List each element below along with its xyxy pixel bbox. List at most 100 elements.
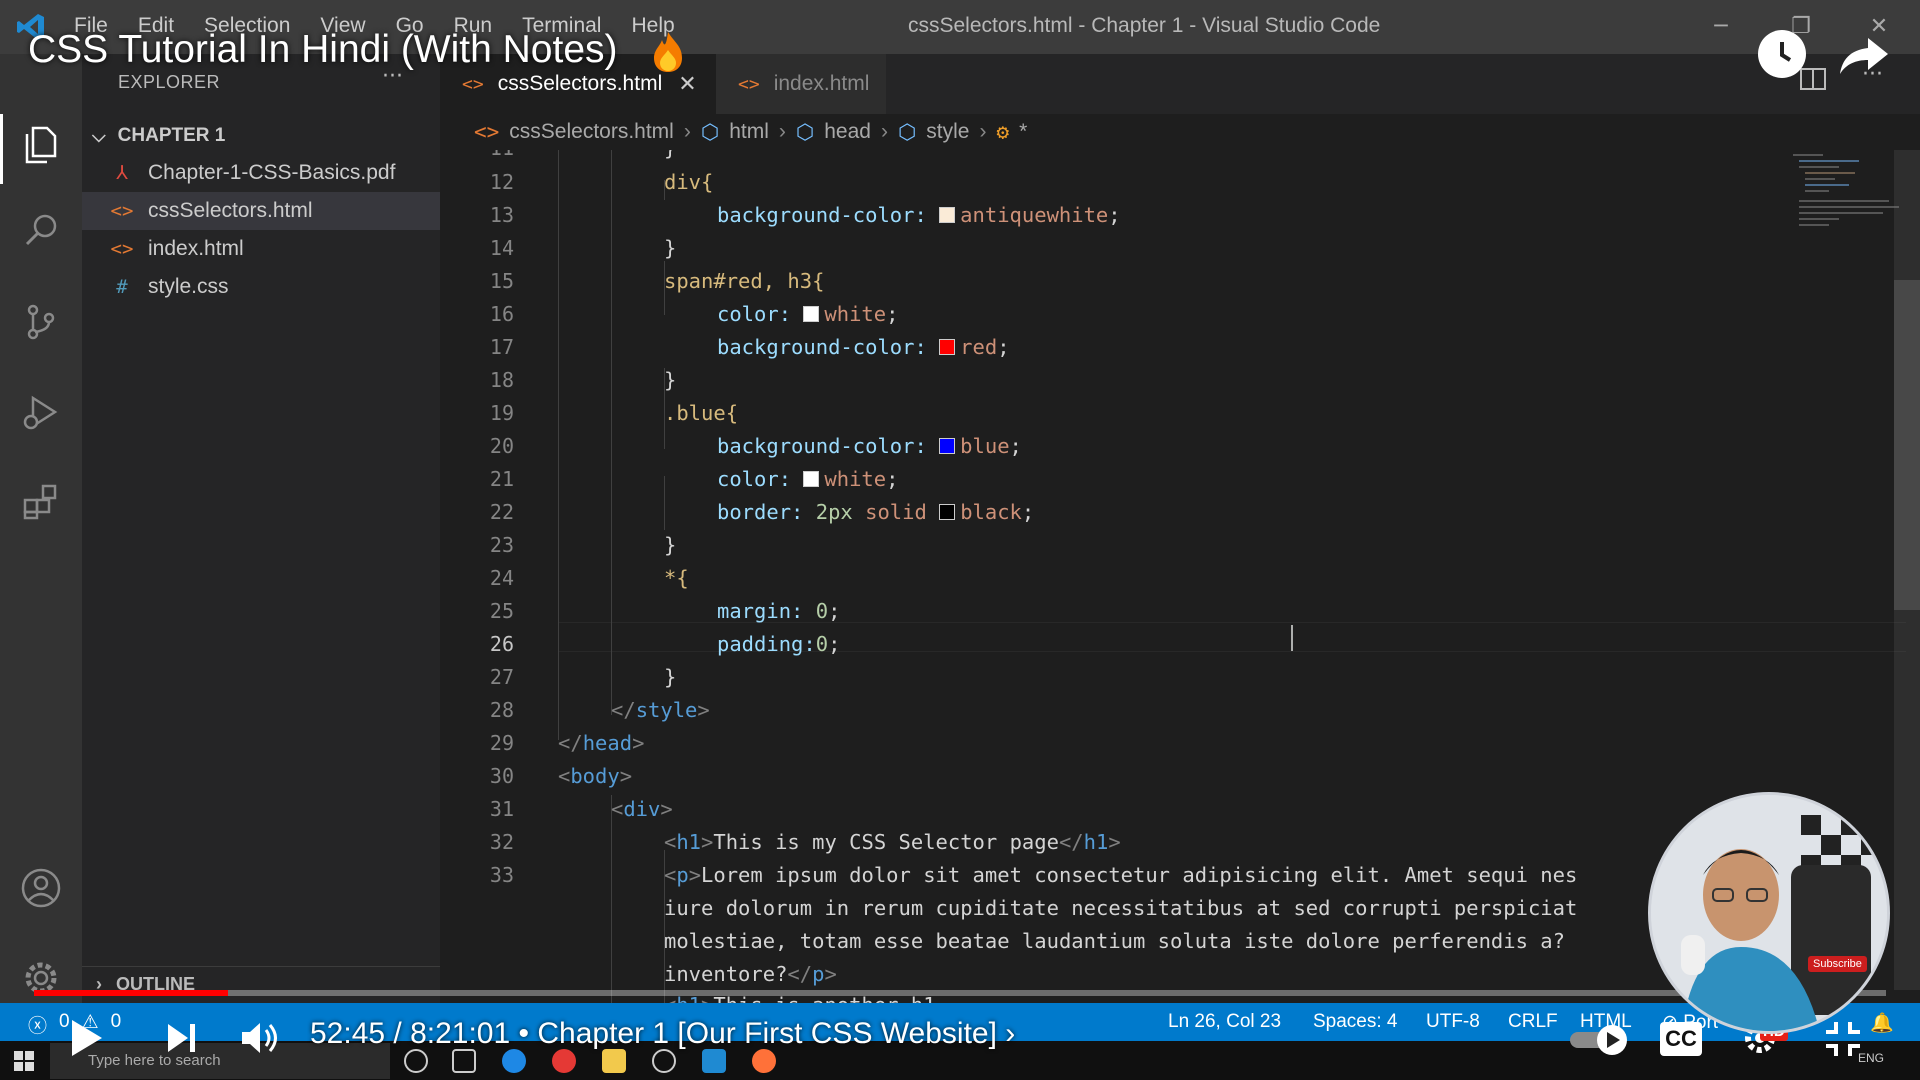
line-ending[interactable]: CRLF	[1508, 1011, 1558, 1033]
notifications-bell-icon[interactable]: 🔔	[1870, 1011, 1894, 1035]
color-swatch[interactable]	[803, 471, 820, 487]
color-swatch[interactable]	[939, 207, 956, 223]
cursor-position[interactable]: Ln 26, Col 23	[1168, 1011, 1281, 1033]
vscode-taskbar-icon[interactable]	[702, 1049, 726, 1073]
folder-header[interactable]: ⌵ CHAPTER 1	[82, 118, 440, 154]
css-number: 2px	[815, 500, 853, 524]
indentation[interactable]: Spaces: 4	[1313, 1011, 1398, 1033]
tab-index[interactable]: <> index.html	[716, 54, 886, 114]
breadcrumb: <> cssSelectors.html › ⬡ html › ⬡ head ›…	[440, 114, 1920, 150]
breadcrumb-file-label: cssSelectors.html	[509, 120, 674, 143]
html-tag: head	[582, 731, 633, 755]
code-line: <div>	[611, 797, 673, 821]
line-number: 18	[489, 368, 514, 392]
app-icon[interactable]	[652, 1049, 676, 1073]
exit-fullscreen-icon[interactable]	[1824, 1020, 1862, 1058]
file-item-css-selectors[interactable]: <> cssSelectors.html	[82, 192, 440, 230]
code-line: <body>	[558, 764, 633, 788]
video-title[interactable]: CSS Tutorial In Hindi (With Notes)	[28, 28, 618, 72]
firefox-icon[interactable]	[752, 1049, 776, 1073]
code-line: }	[664, 665, 676, 689]
indent-guide	[611, 795, 612, 1003]
volume-icon[interactable]	[238, 1016, 282, 1060]
chapter-title[interactable]: • Chapter 1 [Our First CSS Website]	[519, 1017, 997, 1050]
css-value: black	[960, 500, 1022, 524]
line-number: 21	[489, 467, 514, 491]
code-line: div{	[664, 170, 713, 194]
code-line: </style>	[611, 698, 710, 722]
minimize-icon[interactable]: ─	[1706, 12, 1736, 42]
file-item-style[interactable]: # style.css	[82, 268, 440, 306]
line-number: 19	[489, 401, 514, 425]
indent-guide	[611, 150, 612, 715]
play-icon[interactable]	[66, 1016, 106, 1060]
line-number: 12	[489, 170, 514, 194]
video-time-display: 52:45 / 8:21:01 • Chapter 1 [Our First C…	[310, 1017, 1015, 1051]
close-tab-icon[interactable]: ✕	[678, 71, 696, 97]
pdf-icon: ⅄	[116, 162, 128, 184]
css-property: padding:	[717, 632, 816, 656]
line-number: 27	[489, 665, 514, 689]
extensions-icon[interactable]	[17, 478, 65, 526]
edge-icon[interactable]	[502, 1049, 526, 1073]
task-view-icon[interactable]	[452, 1049, 476, 1073]
html-icon: <>	[738, 73, 760, 95]
chrome-icon[interactable]	[552, 1049, 576, 1073]
next-video-icon[interactable]	[164, 1020, 198, 1056]
explorer-icon[interactable]	[17, 118, 65, 166]
active-view-marker	[0, 114, 3, 184]
color-swatch[interactable]	[803, 306, 820, 322]
element-icon: ⬡	[700, 120, 720, 144]
code-line-wrap: inventore?</p>	[664, 962, 837, 986]
line-number: 23	[489, 533, 514, 557]
windows-start-icon[interactable]	[14, 1051, 34, 1071]
encoding[interactable]: UTF-8	[1426, 1011, 1480, 1033]
run-debug-icon[interactable]	[17, 388, 65, 436]
css-property: margin:	[717, 599, 804, 623]
folder-name: CHAPTER 1	[117, 125, 226, 146]
color-swatch[interactable]	[939, 438, 956, 454]
css-property: background-color:	[717, 434, 927, 458]
file-explorer-icon[interactable]	[602, 1049, 626, 1073]
html-tag: h1	[1083, 830, 1109, 854]
subscribe-button[interactable]: Subscribe	[1808, 956, 1867, 972]
captions-button[interactable]: CC	[1660, 1022, 1702, 1056]
html-text: molestiae, totam esse beatae laudantium …	[664, 929, 1565, 953]
code-line: span#red, h3{	[664, 269, 824, 293]
line-number: 32	[489, 830, 514, 854]
css-value: white	[824, 467, 887, 491]
search-icon[interactable]	[17, 206, 65, 254]
html-tag: h1	[676, 830, 702, 854]
html-icon: <>	[110, 200, 134, 222]
breadcrumb-style[interactable]: ⬡ style	[898, 120, 970, 144]
code-line: color: white;	[717, 467, 899, 491]
accounts-icon[interactable]	[17, 864, 65, 912]
outline-section[interactable]: › OUTLINE	[82, 966, 440, 1002]
file-name: style.css	[148, 275, 229, 298]
breadcrumb-selector[interactable]: ⚙ *	[996, 120, 1027, 144]
breadcrumb-html[interactable]: ⬡ html	[701, 120, 769, 144]
cortana-icon[interactable]	[404, 1049, 428, 1073]
watch-later-clock-icon[interactable]	[1758, 30, 1806, 78]
line-number: 14	[489, 236, 514, 260]
css-property: background-color:	[717, 335, 927, 359]
breadcrumb-head[interactable]: ⬡ head	[796, 120, 871, 144]
html-tag: body	[570, 764, 620, 788]
file-item-pdf[interactable]: ⅄ Chapter-1-CSS-Basics.pdf	[82, 154, 440, 192]
file-item-index[interactable]: <> index.html	[82, 230, 440, 268]
chevron-right-icon[interactable]: ›	[1005, 1017, 1015, 1050]
html-text: inventore?	[664, 962, 788, 986]
css-hash-icon: #	[116, 276, 128, 298]
autoplay-toggle[interactable]	[1568, 1022, 1632, 1058]
share-icon[interactable]	[1838, 34, 1890, 78]
file-name: index.html	[148, 237, 244, 260]
source-control-icon[interactable]	[17, 298, 65, 346]
activity-bar	[0, 54, 82, 1003]
breadcrumb-file[interactable]: <> cssSelectors.html	[474, 120, 674, 144]
video-progress-track[interactable]	[34, 990, 1886, 996]
html-tag: p	[812, 962, 825, 986]
scrollbar-thumb[interactable]	[1894, 280, 1920, 610]
line-number-current: 26	[489, 632, 514, 656]
color-swatch[interactable]	[939, 339, 956, 355]
color-swatch[interactable]	[939, 504, 956, 520]
